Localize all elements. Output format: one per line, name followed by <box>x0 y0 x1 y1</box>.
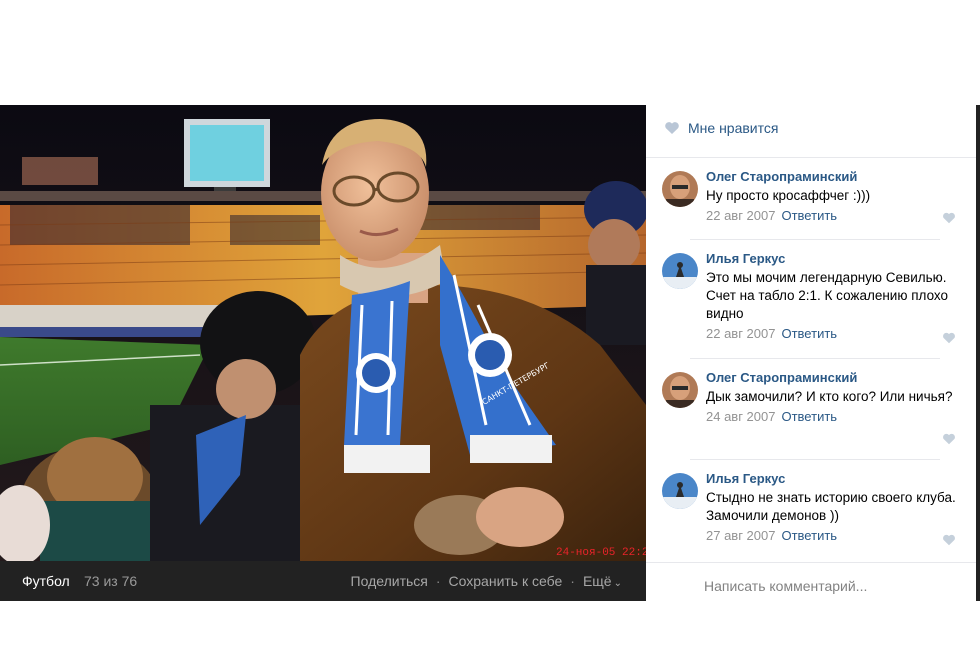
save-to-self-button[interactable]: Сохранить к себе <box>449 573 563 589</box>
comment-date[interactable]: 24 авг 2007 <box>706 409 775 424</box>
comment-date[interactable]: 27 авг 2007 <box>706 528 775 543</box>
chevron-down-icon: ⌄ <box>613 578 622 589</box>
comment-item: Илья Геркус Стыдно не знать историю свое… <box>662 471 956 551</box>
avatar[interactable] <box>662 171 698 207</box>
comment-author-link[interactable]: Илья Геркус <box>706 251 956 267</box>
photo-bottom-bar: Футбол 73 из 76 Поделиться · Сохранить к… <box>0 561 646 601</box>
comment-author-link[interactable]: Илья Геркус <box>706 471 956 487</box>
photo-counter: 73 из 76 <box>84 573 138 589</box>
divider <box>646 562 976 563</box>
comment-author-link[interactable]: Олег Старопраминский <box>706 370 956 386</box>
comment-divider <box>690 239 940 240</box>
avatar[interactable] <box>662 372 698 408</box>
divider <box>646 157 976 158</box>
comment-date[interactable]: 22 авг 2007 <box>706 208 775 223</box>
comment-text: Дык замочили? И кто кого? Или ничья? <box>706 389 953 404</box>
like-button[interactable]: Мне нравится <box>664 113 778 143</box>
reply-button[interactable]: Ответить <box>781 326 837 341</box>
comment-divider <box>690 459 940 460</box>
comments-panel: Мне нравится Олег Старопраминский Ну про… <box>646 105 976 601</box>
comment-divider <box>690 358 940 359</box>
photo-viewer: САНКТ-ПЕТЕРБУРГ 24-ноя-05 22:22 Футбол 7… <box>0 105 980 601</box>
more-button[interactable]: Ещё ⌄ <box>583 573 622 589</box>
avatar[interactable] <box>662 473 698 509</box>
avatar[interactable] <box>662 253 698 289</box>
comment-input[interactable]: Написать комментарий... <box>704 578 867 594</box>
comment-text: Ну просто кросаффчег :))) <box>706 188 871 203</box>
like-label: Мне нравится <box>688 120 779 136</box>
photo[interactable]: САНКТ-ПЕТЕРБУРГ 24-ноя-05 22:22 <box>0 105 646 561</box>
reply-button[interactable]: Ответить <box>781 409 837 424</box>
comment-author-link[interactable]: Олег Старопраминский <box>706 169 956 185</box>
comment-date[interactable]: 22 авг 2007 <box>706 326 775 341</box>
comment-item: Олег Старопраминский Ну просто кросаффче… <box>662 169 956 229</box>
action-separator: · <box>435 573 441 589</box>
timestamp-overlay: 24-ноя-05 22:22 <box>556 547 646 559</box>
share-button[interactable]: Поделиться <box>351 573 428 589</box>
album-title-link[interactable]: Футбол <box>22 573 70 589</box>
photo-scene: САНКТ-ПЕТЕРБУРГ 24-ноя-05 22:22 <box>0 105 646 561</box>
action-separator: · <box>570 573 575 589</box>
comment-heart-icon[interactable] <box>942 533 956 547</box>
comment-item: Олег Старопраминский Дык замочили? И кто… <box>662 370 956 450</box>
comment-text: Это мы мочим легендарную Севилью. Счет н… <box>706 270 949 321</box>
comment-heart-icon[interactable] <box>942 432 956 446</box>
comment-item: Илья Геркус Это мы мочим легендарную Сев… <box>662 251 956 349</box>
photo-actions: Поделиться · Сохранить к себе · Ещё ⌄ <box>351 573 622 589</box>
scrollbar[interactable] <box>976 105 980 601</box>
comment-heart-icon[interactable] <box>942 331 956 345</box>
reply-button[interactable]: Ответить <box>781 528 837 543</box>
more-label: Ещё <box>582 573 612 589</box>
comment-heart-icon[interactable] <box>942 211 956 225</box>
heart-icon <box>665 122 679 134</box>
comment-text: Стыдно не знать историю своего клуба. За… <box>706 490 956 523</box>
reply-button[interactable]: Ответить <box>781 208 837 223</box>
